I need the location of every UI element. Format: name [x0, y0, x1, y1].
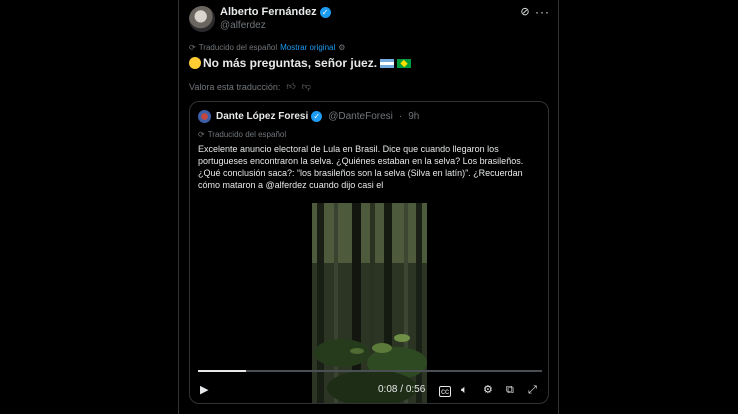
video-time: 0:08 / 0:56 — [378, 384, 425, 395]
brazil-flag-icon — [397, 58, 412, 68]
author-avatar[interactable] — [189, 6, 215, 32]
fullscreen-icon[interactable]: ⤢ — [528, 383, 537, 397]
thinking-face-emoji-icon — [189, 57, 201, 69]
video-progress-bar[interactable] — [198, 370, 542, 372]
author-name[interactable]: Alberto Fernández — [220, 6, 317, 18]
quote-translated-label: Traducido del español — [207, 130, 287, 139]
quoted-tweet[interactable]: Dante López Foresi ✓ @DanteForesi · 9h ⟳… — [189, 101, 549, 404]
quote-text: Excelente anuncio electoral de Lula en B… — [198, 144, 524, 190]
thumbs-up-icon[interactable]: 👍︎ — [286, 81, 295, 92]
play-icon[interactable]: ▶ — [200, 383, 208, 397]
picture-in-picture-icon[interactable]: ⧉ — [506, 383, 514, 397]
quote-handle[interactable]: @DanteForesi — [328, 111, 393, 122]
author-handle[interactable]: @alferdez — [220, 20, 266, 31]
quote-author-avatar[interactable] — [198, 110, 211, 123]
rate-translation: Valora esta traducción: 👍︎ 👎︎ — [189, 81, 311, 92]
quote-author-row[interactable]: Dante López Foresi ✓ @DanteForesi · 9h — [216, 111, 419, 122]
translate-icon: ⟳ — [198, 130, 205, 139]
author-name-row[interactable]: Alberto Fernández ✓ — [220, 6, 331, 18]
tweet-text-body: No más preguntas, señor juez. — [203, 56, 378, 70]
verified-badge-icon: ✓ — [319, 6, 331, 18]
show-original-link[interactable]: Mostrar original — [280, 43, 335, 52]
video-controls: ▶ 0:08 / 0:56 cc 🔈︎ ⚙ ⧉ ⤢ — [190, 379, 548, 403]
volume-icon[interactable]: 🔈︎ — [461, 383, 468, 397]
grok-icon[interactable]: ⊘ — [519, 6, 531, 18]
video-progress-fill — [198, 370, 247, 372]
settings-icon[interactable]: ⚙ — [483, 383, 493, 397]
translation-notice: ⟳ Traducido del español Mostrar original… — [189, 43, 345, 52]
video-duration: 0:56 — [405, 384, 426, 395]
video-frame[interactable] — [312, 203, 427, 403]
tweet-text: No más preguntas, señor juez. — [189, 56, 412, 70]
quote-separator: · — [398, 111, 403, 122]
quote-author-name[interactable]: Dante López Foresi — [216, 111, 308, 122]
captions-icon[interactable]: cc — [439, 386, 451, 397]
translate-icon: ⟳ — [189, 43, 196, 52]
quote-translation-notice: ⟳ Traducido del español — [198, 130, 286, 139]
rate-label: Valora esta traducción: — [189, 81, 281, 92]
quote-time[interactable]: 9h — [408, 111, 419, 122]
video-current-time: 0:08 — [378, 384, 398, 395]
gear-icon[interactable]: ⚙ — [338, 43, 345, 52]
translated-label: Traducido del español — [198, 43, 278, 52]
timeline-column: Alberto Fernández ✓ @alferdez ⊘ ··· ⟳ Tr… — [178, 0, 559, 414]
more-icon[interactable]: ··· — [535, 5, 550, 19]
argentina-flag-icon — [380, 58, 395, 68]
jungle-video-image — [312, 203, 427, 403]
thumbs-down-icon[interactable]: 👎︎ — [302, 81, 311, 92]
verified-badge-icon: ✓ — [311, 111, 323, 122]
